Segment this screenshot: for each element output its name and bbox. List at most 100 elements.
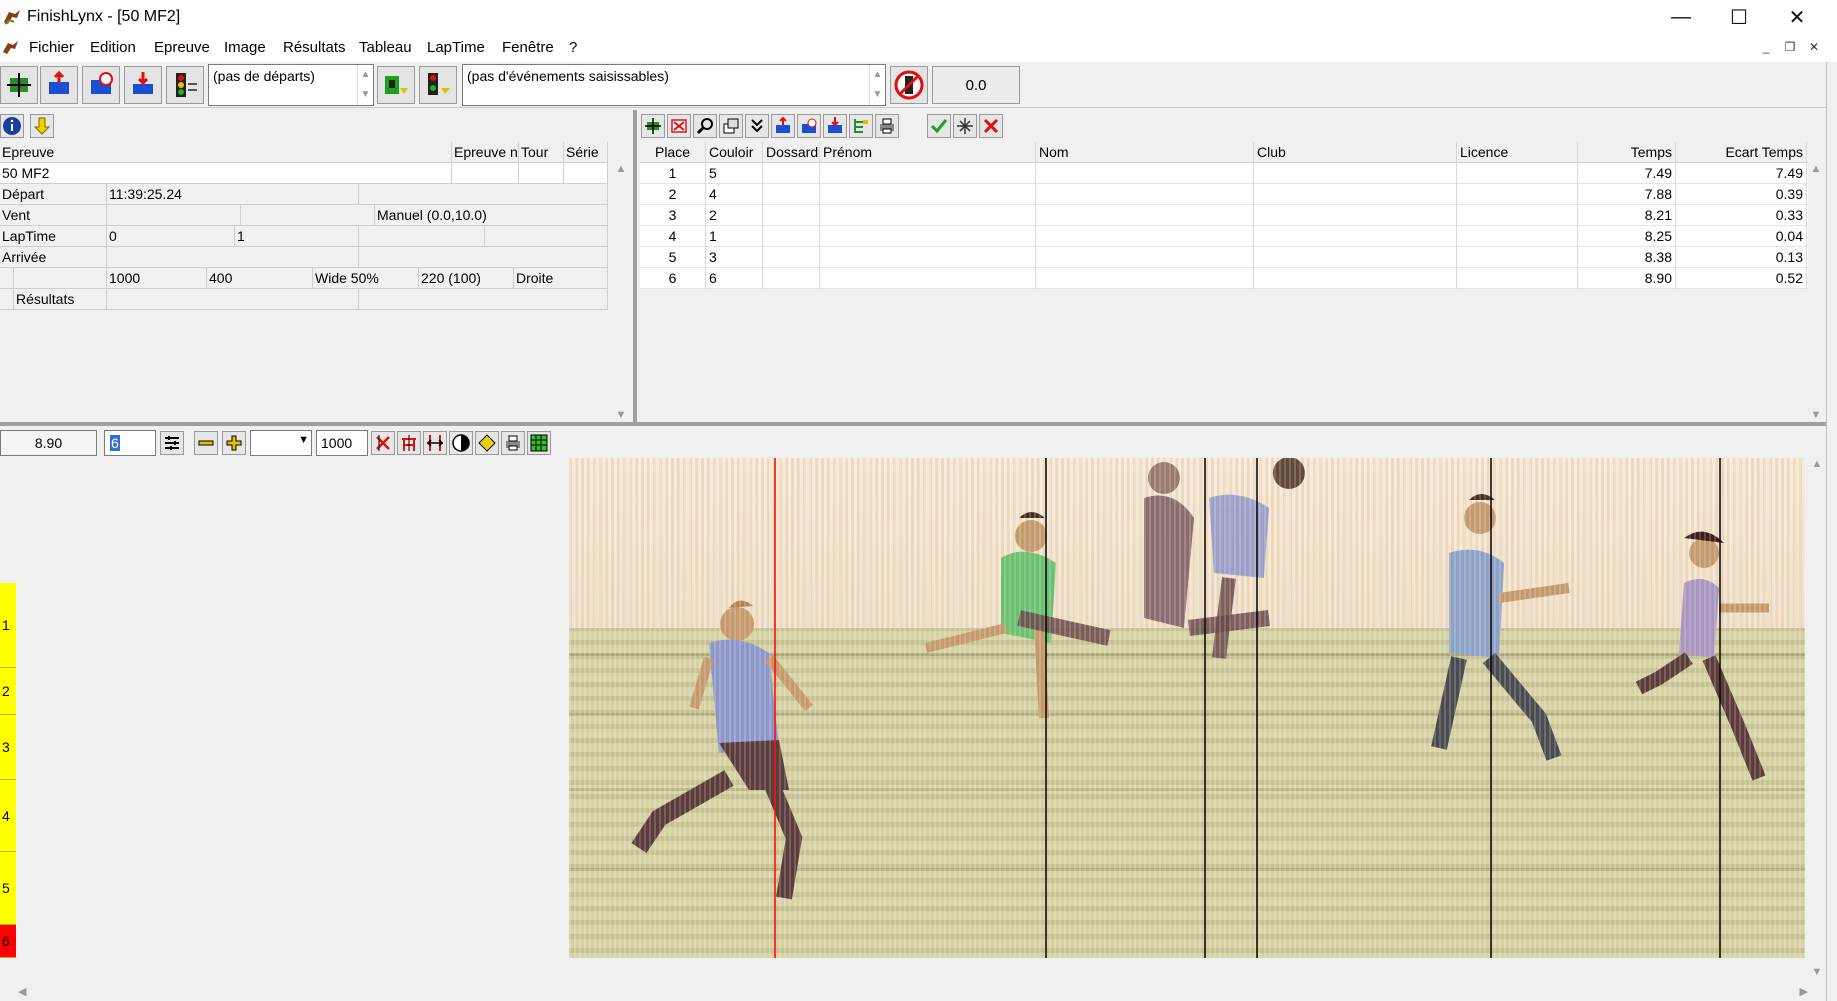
lane-tab-3[interactable]: 3 xyxy=(0,715,16,780)
starts-combo-spin[interactable]: ▲ ▼ xyxy=(357,65,373,105)
event-panel-scrollbar[interactable]: ▲ ▼ xyxy=(612,163,630,421)
lane-tab-4[interactable]: 4 xyxy=(0,780,16,852)
contrast-button[interactable] xyxy=(449,431,473,455)
header-epreuve[interactable]: Epreuve xyxy=(0,142,452,163)
menu-epreuve[interactable]: Epreuve xyxy=(154,39,210,56)
arm-button[interactable] xyxy=(377,66,415,104)
image-scroll-left[interactable]: ◀ xyxy=(18,985,26,998)
results-table-row[interactable]: 3 2 8.21 0.33 xyxy=(640,205,1808,226)
zoom-in-button[interactable] xyxy=(222,431,246,455)
header-place[interactable]: Place xyxy=(640,142,706,163)
header-prenom[interactable]: Prénom xyxy=(820,142,1036,163)
results-table-row[interactable]: 4 1 8.25 0.04 xyxy=(640,226,1808,247)
scroll-up-arrow[interactable]: ▲ xyxy=(612,163,630,175)
hurdle-button[interactable] xyxy=(397,431,421,455)
menu-edition[interactable]: Edition xyxy=(90,39,136,56)
events-combo-spin[interactable]: ▲ ▼ xyxy=(869,65,885,105)
results-zoom-button[interactable] xyxy=(693,114,717,138)
results-table-row[interactable]: 1 5 7.49 7.49 xyxy=(640,163,1808,184)
menu-help[interactable]: ? xyxy=(569,39,577,56)
down-arrow-button[interactable] xyxy=(30,114,54,138)
image-scroll-up[interactable]: ▲ xyxy=(1808,458,1826,470)
results-scroll-up[interactable]: ▲ xyxy=(1807,163,1825,175)
header-licence[interactable]: Licence xyxy=(1457,142,1578,163)
zoom-out-button[interactable] xyxy=(194,431,218,455)
zoom-value-input[interactable]: 1000 xyxy=(316,430,368,456)
header-dossard[interactable]: Dossard xyxy=(763,142,820,163)
mdi-document-icon[interactable] xyxy=(2,40,20,56)
lane-tab-6[interactable]: 6 xyxy=(0,925,16,958)
events-combo[interactable]: (pas d'événements saisissables) ▲ ▼ xyxy=(462,64,886,106)
results-scroll-down[interactable]: ▼ xyxy=(1807,409,1825,421)
image-horizontal-scrollbar[interactable]: ◀ ▶ xyxy=(18,982,1808,1000)
mdi-close-button[interactable]: ✕ xyxy=(1805,40,1823,56)
laptime-row[interactable]: LapTime 0 1 xyxy=(0,226,608,247)
results-scrollbar[interactable]: ▲ ▼ xyxy=(1807,163,1825,421)
grid-button[interactable] xyxy=(527,431,551,455)
arrivee-row[interactable]: Arrivée xyxy=(0,247,608,268)
results-capture-button[interactable] xyxy=(641,114,665,138)
event-name-row[interactable]: 50 MF2 xyxy=(0,163,608,184)
open-event-button[interactable] xyxy=(40,66,78,104)
vent-row[interactable]: Vent Manuel (0.0,10.0) xyxy=(0,205,608,226)
minimize-button[interactable]: — xyxy=(1652,0,1710,34)
clear-image-button[interactable] xyxy=(371,431,395,455)
results-windows-button[interactable] xyxy=(719,114,743,138)
results-print-button[interactable] xyxy=(875,114,899,138)
params-row[interactable]: 1000 400 Wide 50% 220 (100) Droite xyxy=(0,268,608,289)
menu-laptime[interactable]: LapTime xyxy=(427,39,485,56)
center-button[interactable] xyxy=(953,114,977,138)
lane-tab-5[interactable]: 5 xyxy=(0,852,16,925)
lane-tab-1[interactable]: 1 xyxy=(0,583,16,668)
lane-list-button[interactable] xyxy=(160,431,184,455)
scroll-down-arrow[interactable]: ▼ xyxy=(612,409,630,421)
header-nom[interactable]: Nom xyxy=(1036,142,1254,163)
header-tour[interactable]: Tour xyxy=(519,142,564,163)
starts-combo[interactable]: (pas de départs) ▲ ▼ xyxy=(208,64,374,106)
image-vertical-scrollbar[interactable]: ▲ ▼ xyxy=(1808,458,1826,978)
import-button[interactable] xyxy=(124,66,162,104)
cancel-button[interactable] xyxy=(979,114,1003,138)
split-lines-button[interactable] xyxy=(423,431,447,455)
maximize-button[interactable]: ☐ xyxy=(1710,0,1768,34)
mdi-minimize-button[interactable]: _ xyxy=(1757,40,1775,56)
header-temps[interactable]: Temps xyxy=(1578,142,1676,163)
results-table-row[interactable]: 2 4 7.88 0.39 xyxy=(640,184,1808,205)
results-tree-button[interactable] xyxy=(849,114,873,138)
lane-input[interactable]: 6 xyxy=(104,430,156,456)
wind-gauge-button[interactable] xyxy=(890,66,928,104)
header-couloir[interactable]: Couloir xyxy=(706,142,763,163)
results-sort-button[interactable] xyxy=(745,114,769,138)
horizontal-splitter[interactable] xyxy=(0,422,1826,426)
header-serie[interactable]: Série xyxy=(564,142,608,163)
results-delete-button[interactable] xyxy=(667,114,691,138)
header-club[interactable]: Club xyxy=(1254,142,1457,163)
menu-resultats[interactable]: Résultats xyxy=(283,39,346,56)
capture-button[interactable] xyxy=(0,66,38,104)
info-button[interactable] xyxy=(0,114,24,138)
brightness-button[interactable] xyxy=(475,431,499,455)
results-export-button[interactable] xyxy=(823,114,847,138)
results-schedule-button[interactable] xyxy=(797,114,821,138)
close-button[interactable]: ✕ xyxy=(1768,0,1826,34)
image-scroll-down[interactable]: ▼ xyxy=(1808,966,1826,978)
menu-fenetre[interactable]: Fenêtre xyxy=(502,39,554,56)
menu-tableau[interactable]: Tableau xyxy=(359,39,412,56)
header-epreuve-n[interactable]: Epreuve n xyxy=(452,142,519,163)
header-ecart-temps[interactable]: Ecart Temps xyxy=(1676,142,1807,163)
load-schedule-button[interactable] xyxy=(82,66,120,104)
image-scroll-right[interactable]: ▶ xyxy=(1800,985,1808,998)
menu-fichier[interactable]: Fichier xyxy=(29,39,74,56)
print-image-button[interactable] xyxy=(501,431,525,455)
depart-row[interactable]: Départ 11:39:25.24 xyxy=(0,184,608,205)
start-sensor-button[interactable] xyxy=(166,66,204,104)
results-table-row[interactable]: 6 6 8.90 0.52 xyxy=(640,268,1808,289)
resultats-row[interactable]: Résultats xyxy=(0,289,608,310)
mdi-restore-button[interactable]: ❐ xyxy=(1781,40,1799,56)
zoom-select[interactable]: ▼ xyxy=(250,430,312,456)
photo-finish-image[interactable] xyxy=(569,458,1805,958)
results-table-row[interactable]: 5 3 8.38 0.13 xyxy=(640,247,1808,268)
results-open-button[interactable] xyxy=(771,114,795,138)
menu-image[interactable]: Image xyxy=(224,39,266,56)
validate-button[interactable] xyxy=(927,114,951,138)
